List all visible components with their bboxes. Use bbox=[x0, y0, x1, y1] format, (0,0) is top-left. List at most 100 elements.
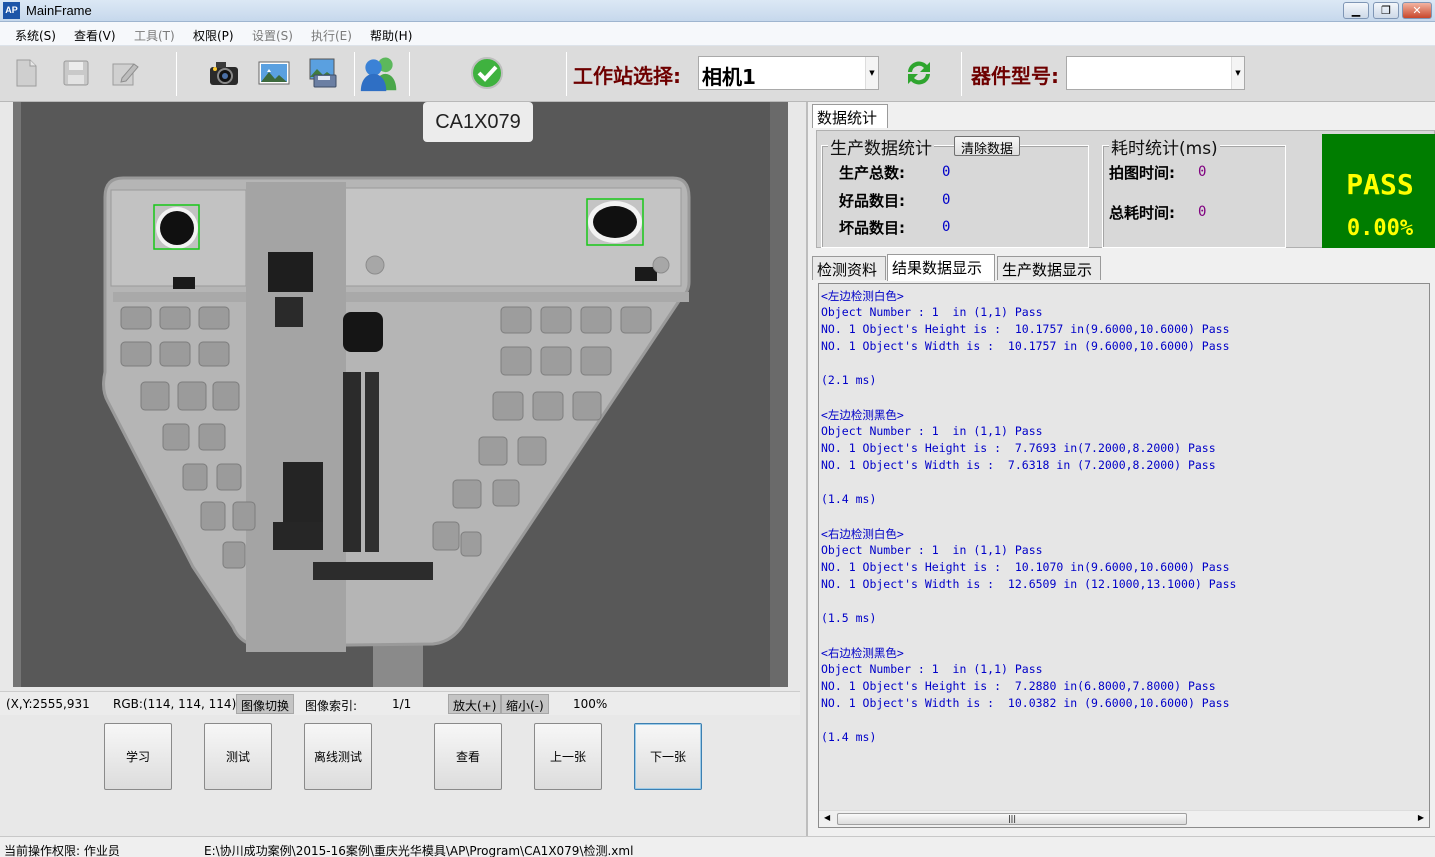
camera-icon bbox=[210, 62, 238, 85]
horizontal-scrollbar[interactable]: ◀ ||| ▶ bbox=[819, 810, 1429, 827]
result-log-line: NO. 1 Object's Width is : 10.0382 in (9.… bbox=[821, 696, 1230, 710]
zoom-level: 100% bbox=[573, 697, 608, 711]
result-log-line: NO. 1 Object's Width is : 7.6318 in (7.2… bbox=[821, 458, 1216, 472]
result-log-line: <左边检测白色> bbox=[821, 289, 904, 303]
result-log[interactable]: <左边检测白色> Object Number : 1 in (1,1) Pass N… bbox=[818, 283, 1430, 828]
result-log-line: NO. 1 Object's Height is : 7.2880 in(6.8… bbox=[821, 679, 1216, 693]
tab-inspection-info[interactable]: 检测资料 bbox=[812, 256, 886, 280]
new-file-button[interactable] bbox=[6, 52, 46, 94]
inspection-image-canvas: CA1X079 bbox=[13, 102, 788, 687]
result-indicator: PASS 0.00% bbox=[1322, 134, 1435, 248]
result-log-line: Object Number : 1 in (1,1) Pass bbox=[821, 305, 1043, 319]
toolbar-separator bbox=[354, 52, 355, 96]
tab-production-data[interactable]: 生产数据显示 bbox=[997, 256, 1101, 280]
result-log-line: (1.4 ms) bbox=[821, 730, 877, 744]
status-bar: 当前操作权限: 作业员 E:\协川成功案例\2015-16案例\重庆光华模具\A… bbox=[0, 836, 1435, 857]
station-select-value: 相机1 bbox=[702, 65, 756, 89]
part-select[interactable]: ▼ bbox=[1066, 56, 1245, 90]
menu-execute[interactable]: 执行(E) bbox=[311, 27, 352, 44]
scroll-thumb[interactable]: ||| bbox=[837, 813, 1187, 825]
refresh-button[interactable] bbox=[899, 52, 939, 94]
production-stats-group: 生产数据统计 清除数据 生产总数: 0 好品数目: 0 坏品数目: 0 bbox=[821, 134, 1089, 248]
good-count-label: 好品数目: bbox=[839, 192, 905, 210]
window-title: MainFrame bbox=[26, 3, 92, 18]
learn-button[interactable]: 学习 bbox=[104, 723, 172, 790]
inspection-image[interactable]: CA1X079 bbox=[13, 102, 788, 687]
result-log-line: Object Number : 1 in (1,1) Pass bbox=[821, 662, 1043, 676]
offline-test-button[interactable]: 离线测试 bbox=[304, 723, 372, 790]
camera-button[interactable] bbox=[204, 52, 244, 94]
toolbar-separator bbox=[176, 52, 177, 96]
image-status-strip: (X,Y:2555,931 RGB:(114, 114, 114) 图像切换 图… bbox=[0, 691, 800, 715]
view-button[interactable]: 查看 bbox=[434, 723, 502, 790]
test-button[interactable]: 测试 bbox=[204, 723, 272, 790]
bad-count-value: 0 bbox=[942, 219, 951, 235]
close-button[interactable]: ✕ bbox=[1402, 2, 1432, 19]
image-icon bbox=[258, 61, 290, 85]
toolbar: 工作站选择: 相机1 ▼ 器件型号: ▼ bbox=[0, 46, 1435, 102]
edit-button[interactable] bbox=[105, 52, 145, 94]
scroll-left-icon[interactable]: ◀ bbox=[824, 813, 830, 822]
menu-settings[interactable]: 设置(S) bbox=[252, 27, 293, 44]
clear-data-button[interactable]: 清除数据 bbox=[954, 136, 1021, 157]
zoom-out-button[interactable]: 缩小(-) bbox=[501, 694, 549, 714]
station-select[interactable]: 相机1 ▼ bbox=[698, 56, 879, 90]
app-logo-icon: AP bbox=[3, 2, 20, 19]
zoom-in-button[interactable]: 放大(+) bbox=[448, 694, 502, 714]
result-log-line: <右边检测白色> bbox=[821, 527, 904, 541]
scroll-right-icon[interactable]: ▶ bbox=[1418, 813, 1424, 822]
result-status: PASS bbox=[1346, 168, 1414, 201]
good-count-value: 0 bbox=[942, 192, 951, 208]
next-image-button[interactable]: 下一张 bbox=[634, 723, 702, 790]
result-log-line: Object Number : 1 in (1,1) Pass bbox=[821, 543, 1043, 557]
program-path: E:\协川成功案例\2015-16案例\重庆光华模具\AP\Program\CA… bbox=[204, 844, 634, 857]
menu-help[interactable]: 帮助(H) bbox=[370, 27, 412, 44]
tab-result-data[interactable]: 结果数据显示 bbox=[887, 254, 995, 281]
menu-permission[interactable]: 权限(P) bbox=[193, 27, 234, 44]
part-code-sticker: CA1X079 bbox=[435, 111, 521, 133]
menu-bar: 系统(S) 查看(V) 工具(T) 权限(P) 设置(S) 执行(E) 帮助(H… bbox=[0, 22, 1435, 46]
image-panel: CA1X079 (X,Y:2555,931 RGB:(114, 114, 114… bbox=[0, 102, 806, 836]
result-log-line: NO. 1 Object's Width is : 10.1757 in (9.… bbox=[821, 339, 1230, 353]
users-button[interactable] bbox=[359, 52, 399, 94]
save-image-button[interactable] bbox=[303, 52, 343, 94]
chevron-down-icon: ▼ bbox=[865, 57, 878, 89]
toolbar-separator bbox=[409, 52, 410, 96]
save-icon bbox=[63, 60, 89, 86]
toolbar-separator bbox=[566, 52, 567, 96]
result-log-line: NO. 1 Object's Height is : 10.1757 in(9.… bbox=[821, 322, 1230, 336]
result-log-line: NO. 1 Object's Height is : 10.1070 in(9.… bbox=[821, 560, 1230, 574]
run-check-button[interactable] bbox=[467, 52, 507, 94]
result-log-line: NO. 1 Object's Width is : 12.6509 in (12… bbox=[821, 577, 1237, 591]
pixel-rgb: RGB:(114, 114, 114) bbox=[113, 697, 237, 711]
image-index-value: 1/1 bbox=[392, 697, 412, 711]
menu-system[interactable]: 系统(S) bbox=[15, 27, 56, 44]
image-switch-button[interactable]: 图像切换 bbox=[236, 694, 295, 714]
toolbar-separator bbox=[961, 52, 962, 96]
run-check-icon bbox=[471, 57, 503, 89]
new-file-icon bbox=[16, 59, 37, 87]
menu-tools[interactable]: 工具(T) bbox=[134, 27, 175, 44]
result-log-line: (1.5 ms) bbox=[821, 611, 877, 625]
result-log-line: <右边检测黑色> bbox=[821, 646, 904, 660]
image-button[interactable] bbox=[254, 52, 294, 94]
menu-view[interactable]: 查看(V) bbox=[74, 27, 116, 44]
total-count-label: 生产总数: bbox=[839, 164, 905, 182]
title-bar: AP MainFrame ▁ ❐ ✕ bbox=[0, 0, 1435, 22]
result-log-line: Object Number : 1 in (1,1) Pass bbox=[821, 424, 1043, 438]
capture-time-value: 0 bbox=[1198, 164, 1207, 180]
station-label: 工作站选择: bbox=[573, 64, 681, 88]
chevron-down-icon: ▼ bbox=[1231, 57, 1244, 89]
tab-statistics[interactable]: 数据统计 bbox=[812, 104, 888, 128]
restore-button[interactable]: ❐ bbox=[1373, 2, 1399, 19]
operator-permission: 当前操作权限: 作业员 bbox=[4, 844, 120, 857]
timing-stats-group: 耗时统计(ms) 拍图时间: 0 总耗时间: 0 bbox=[1102, 134, 1286, 248]
total-time-label: 总耗时间: bbox=[1109, 204, 1175, 222]
previous-image-button[interactable]: 上一张 bbox=[534, 723, 602, 790]
minimize-button[interactable]: ▁ bbox=[1343, 2, 1369, 19]
save-button[interactable] bbox=[56, 52, 96, 94]
result-log-line: (2.1 ms) bbox=[821, 373, 877, 387]
result-log-line: NO. 1 Object's Height is : 7.7693 in(7.2… bbox=[821, 441, 1216, 455]
result-log-line: (1.4 ms) bbox=[821, 492, 877, 506]
statistics-panel: 数据统计 生产数据统计 清除数据 生产总数: 0 好品数目: 0 坏品数目: 0… bbox=[806, 102, 1435, 836]
